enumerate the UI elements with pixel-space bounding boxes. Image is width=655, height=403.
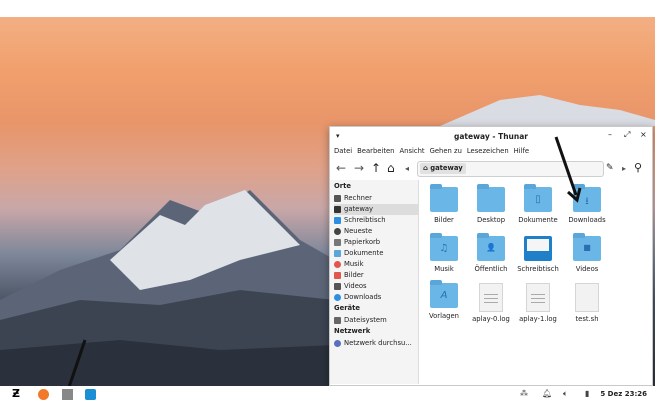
- taskbar: Ƶ ⁂ 🔔︎ 🔈︎ ▮ 5 Dez 23:26: [0, 386, 655, 403]
- annotation-arrows: [58, 136, 582, 401]
- firefox-icon[interactable]: [38, 389, 49, 400]
- network-icon[interactable]: ⁂: [520, 389, 528, 398]
- annotation-arrow-downloads: [554, 136, 578, 196]
- start-menu-icon[interactable]: Ƶ: [12, 387, 23, 400]
- battery-icon[interactable]: ▮: [585, 389, 589, 398]
- screenshot-icon[interactable]: [85, 389, 96, 400]
- file-manager-icon[interactable]: [62, 389, 73, 400]
- clock[interactable]: 5 Dez 23:26: [600, 390, 647, 398]
- bell-icon[interactable]: 🔔︎: [542, 389, 552, 398]
- volume-icon[interactable]: 🔈︎: [563, 389, 568, 399]
